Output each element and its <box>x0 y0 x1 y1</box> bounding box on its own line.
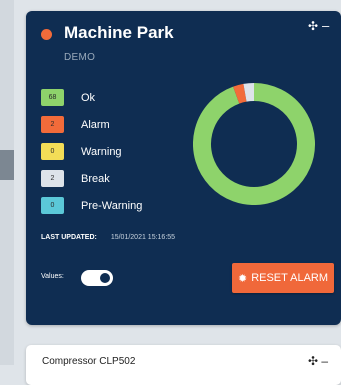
card-subtitle: DEMO <box>64 52 96 63</box>
left-edge-panel <box>0 0 14 365</box>
minimize-icon[interactable]: – <box>322 18 329 33</box>
legend-label-alarm: Alarm <box>81 118 110 131</box>
donut-slice-ok <box>193 83 315 205</box>
alarm-icon: ✹ <box>237 272 248 285</box>
legend-item-warning: 0 Warning <box>41 143 122 160</box>
last-updated-value: 15/01/2021 15:16:55 <box>110 234 176 241</box>
legend-count-warning: 0 <box>41 143 64 160</box>
legend-item-break: 2 Break <box>41 170 110 187</box>
legend-label-warning: Warning <box>81 145 122 158</box>
legend-count-ok: 68 <box>41 89 64 106</box>
move-icon[interactable]: ✣ <box>308 19 318 33</box>
reset-alarm-button[interactable]: ✹ RESET ALARM <box>232 263 334 293</box>
values-toggle[interactable] <box>81 270 113 286</box>
compressor-card-icons[interactable]: ✣ – <box>308 354 328 368</box>
legend-item-ok: 68 Ok <box>41 89 95 106</box>
left-edge-marker <box>0 150 14 180</box>
legend-item-pre-warning: 0 Pre-Warning <box>41 197 142 214</box>
last-updated-label: LAST UPDATED: <box>41 234 97 241</box>
legend-count-pre-warning: 0 <box>41 197 64 214</box>
compressor-card-title: Compressor CLP502 <box>42 356 136 367</box>
legend-count-break: 2 <box>41 170 64 187</box>
legend-label-break: Break <box>81 172 110 185</box>
status-dot <box>41 29 52 40</box>
compressor-card: Compressor CLP502 ✣ – <box>26 345 341 385</box>
values-label: Values: <box>41 273 64 280</box>
values-toggle-knob <box>100 273 110 283</box>
legend-count-alarm: 2 <box>41 116 64 133</box>
donut-slice-alarm <box>233 83 247 104</box>
legend-label-ok: Ok <box>81 91 96 104</box>
machine-park-card: Machine Park DEMO ✣ – 68 Ok 2 Alarm 0 Wa… <box>26 11 341 325</box>
donut-slice-break <box>243 83 255 102</box>
legend-label-pre-warning: Pre-Warning <box>81 199 143 212</box>
last-updated: LAST UPDATED: 15/01/2021 15:16:55 <box>41 234 175 241</box>
reset-alarm-label: RESET ALARM <box>251 272 329 284</box>
status-donut-chart <box>193 83 315 205</box>
legend-item-alarm: 2 Alarm <box>41 116 110 133</box>
card-title: Machine Park <box>64 23 174 42</box>
